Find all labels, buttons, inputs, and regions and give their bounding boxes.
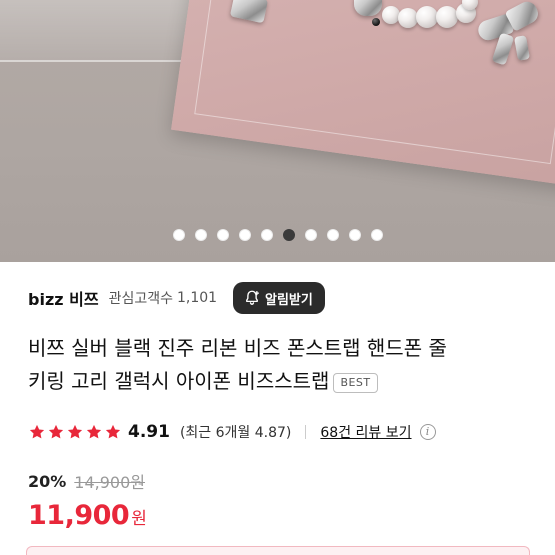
- coupon-banner[interactable]: [26, 546, 530, 555]
- price-original-row: 20% 14,900원: [28, 470, 146, 493]
- gallery-dot[interactable]: [216, 229, 229, 241]
- product-title-line-2-text: 키링 고리 갤럭시 아이폰 비즈스트랩: [28, 369, 330, 393]
- original-price: 14,900원: [74, 473, 146, 492]
- product-image-gallery[interactable]: [0, 0, 555, 262]
- rating-row: 4.91 (최근 6개월 4.87) 68건 리뷰 보기 i: [28, 420, 538, 444]
- product-title-line-2: 키링 고리 갤럭시 아이폰 비즈스트랩 BEST: [28, 365, 533, 398]
- sale-price-amount: 11,900: [28, 500, 130, 531]
- star-icon: [29, 424, 45, 439]
- rating-recent: (최근 6개월 4.87): [179, 425, 292, 441]
- image-pearl: [416, 6, 438, 28]
- star-icon: [105, 424, 121, 439]
- seller-fans-label: 관심고객수: [108, 291, 173, 307]
- product-title: 비쯔 실버 블랙 진주 리본 비즈 폰스트랩 핸드폰 줄 키링 고리 갤럭시 아…: [28, 332, 533, 398]
- review-link[interactable]: 68건 리뷰 보기: [320, 422, 411, 442]
- alarm-subscribe-label: 알림받기: [265, 292, 313, 308]
- gallery-dot[interactable]: [348, 229, 361, 241]
- gallery-dot[interactable]: [194, 229, 207, 241]
- seller-fans-count: 1,101: [176, 290, 218, 306]
- bell-plus-icon: [246, 290, 260, 305]
- star-rating: [28, 423, 122, 441]
- gallery-dot[interactable]: [326, 229, 339, 241]
- gallery-dot[interactable]: [370, 229, 383, 241]
- image-black-bead: [372, 18, 380, 26]
- discount-rate: 20%: [28, 471, 67, 491]
- gallery-dot[interactable]: [304, 229, 317, 241]
- image-pearl: [398, 8, 418, 28]
- gallery-dot[interactable]: [238, 229, 251, 241]
- image-pearl: [436, 6, 458, 28]
- rating-divider: [305, 425, 307, 439]
- alarm-subscribe-button[interactable]: 알림받기: [233, 282, 325, 314]
- info-icon[interactable]: i: [419, 424, 436, 440]
- sale-price: 11,900 원: [28, 500, 147, 532]
- star-icon: [48, 424, 64, 439]
- rating-score: 4.91: [128, 422, 170, 442]
- best-badge: BEST: [333, 373, 378, 393]
- product-title-line-1: 비쯔 실버 블랙 진주 리본 비즈 폰스트랩 핸드폰 줄: [28, 336, 447, 360]
- sale-price-unit: 원: [131, 509, 147, 529]
- gallery-dot[interactable]: [172, 229, 185, 241]
- gallery-dot[interactable]: [282, 229, 295, 241]
- gallery-dot[interactable]: [260, 229, 273, 241]
- seller-name[interactable]: bizz 비쯔: [28, 286, 99, 310]
- seller-row: bizz 비쯔 관심고객수 1,101 알림받기: [28, 282, 538, 314]
- gallery-pagination-dots: [0, 227, 555, 243]
- star-icon: [67, 424, 83, 439]
- star-icon: [86, 424, 102, 439]
